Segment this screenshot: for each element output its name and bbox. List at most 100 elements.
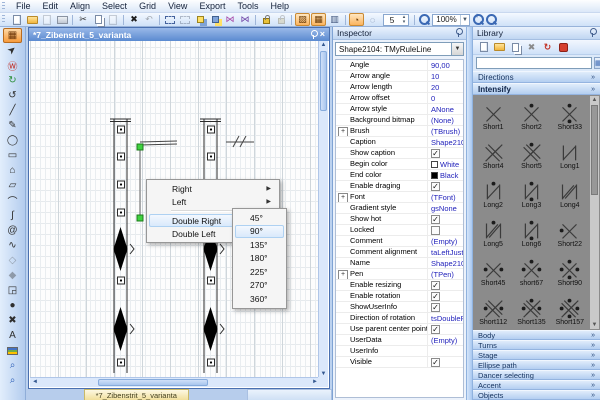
chevron-down-icon[interactable]: ▼ — [451, 43, 463, 55]
import-button[interactable] — [509, 41, 522, 54]
menu-align[interactable]: Align — [64, 0, 96, 12]
pin-icon[interactable] — [455, 28, 462, 38]
library-item-short1[interactable]: Short1 — [474, 97, 512, 136]
grid-tool[interactable]: ▦ — [3, 28, 22, 43]
save-button[interactable] — [40, 13, 54, 26]
new-item-button[interactable] — [477, 41, 490, 54]
pin-icon[interactable] — [310, 30, 317, 39]
select-lasso-button[interactable] — [178, 13, 192, 26]
property-value[interactable]: (None) — [428, 116, 463, 125]
property-value[interactable]: Shape2104 — [428, 259, 463, 268]
context-item-right[interactable]: Right▶ — [149, 182, 277, 195]
property-value[interactable]: (TPen) — [428, 270, 463, 279]
angle-item-360[interactable]: 360° — [235, 292, 284, 306]
size-spinner[interactable]: 5 ▴▾ — [383, 14, 409, 26]
zoom-in-button[interactable]: + — [472, 13, 484, 26]
angle-item-225[interactable]: 225° — [235, 265, 284, 279]
property-row-background-bitmap[interactable]: Background bitmap(None) — [336, 115, 463, 126]
property-value[interactable]: 90,00 — [428, 61, 463, 70]
rotation-toggle[interactable]: ◔ — [349, 13, 364, 26]
undo-button[interactable]: ↶ — [142, 13, 156, 26]
library-item-short33[interactable]: Short33 — [551, 97, 589, 136]
context-item-left[interactable]: Left▶ — [149, 195, 277, 208]
scroll-left-icon[interactable]: ◄ — [32, 379, 38, 385]
flip-horizontal-button[interactable]: ⋈ — [223, 13, 237, 26]
zoom-out-button[interactable]: − — [485, 13, 497, 26]
library-section-dancer-selecting[interactable]: Dancer selecting» — [473, 370, 600, 380]
library-section-stage[interactable]: Stage» — [473, 350, 600, 360]
property-value[interactable]: 0 — [428, 94, 463, 103]
document-tab[interactable]: *7_Zibenstrit_5_varianta — [84, 389, 189, 400]
property-row-angle[interactable]: Angle90,00 — [336, 60, 463, 71]
property-row-begin-color[interactable]: Begin colorWhite — [336, 159, 463, 170]
dot-tool[interactable]: ● — [3, 298, 22, 313]
arc-tool[interactable]: ⌒ — [3, 193, 22, 208]
open-library-button[interactable] — [493, 41, 506, 54]
grid-toggle[interactable]: ▦ — [311, 13, 326, 26]
library-section-turns[interactable]: Turns» — [473, 340, 600, 350]
spiral-tool[interactable]: @ — [3, 223, 22, 238]
property-value[interactable]: ✓ — [428, 149, 463, 158]
property-row-arrow-offset[interactable]: Arrow offset0 — [336, 93, 463, 104]
property-row-use-parent-center-point[interactable]: Use parent center point✓ — [336, 324, 463, 335]
property-row-caption[interactable]: CaptionShape2104 — [336, 137, 463, 148]
figure-tool[interactable]: ◇ — [3, 253, 22, 268]
search-image-icon[interactable]: ▦ — [594, 57, 600, 69]
property-row-comment[interactable]: Comment(Empty) — [336, 236, 463, 247]
property-row-arrow-length[interactable]: Arrow length20 — [336, 82, 463, 93]
menu-file[interactable]: File — [10, 0, 37, 12]
angle-item-45[interactable]: 45° — [235, 211, 284, 225]
bring-to-front-button[interactable] — [193, 13, 207, 26]
library-section-body[interactable]: Body» — [473, 330, 600, 340]
property-row-arrow-style[interactable]: Arrow styleANone — [336, 104, 463, 115]
library-item-short4[interactable]: Short4 — [474, 136, 512, 175]
property-row-gradient-style[interactable]: Gradient stylegsNone — [336, 203, 463, 214]
cut-button[interactable]: ✂ — [76, 13, 90, 26]
erase-tool[interactable]: ✖ — [3, 313, 22, 328]
curve-tool[interactable]: ↺ — [3, 88, 22, 103]
property-row-userdata[interactable]: UserData(Empty) — [336, 335, 463, 346]
open-button[interactable] — [25, 13, 39, 26]
property-value[interactable]: tsDoubleRight — [428, 314, 463, 323]
pencil-tool[interactable]: ✎ — [3, 118, 22, 133]
web-tool[interactable]: Ⓦ — [3, 58, 22, 73]
s-curve-tool[interactable]: ∫ — [3, 208, 22, 223]
property-value[interactable]: ✓ — [428, 325, 463, 334]
flip-vertical-button[interactable]: ⋈ — [238, 13, 252, 26]
property-row-show-hot[interactable]: Show hot✓ — [336, 214, 463, 225]
library-item-short2[interactable]: Short2 — [512, 97, 550, 136]
library-item-long1[interactable]: Long1 — [551, 136, 589, 175]
chevron-down-icon[interactable]: ▼ — [460, 15, 469, 25]
property-row-show-caption[interactable]: Show caption✓ — [336, 148, 463, 159]
menu-help[interactable]: Help — [264, 0, 295, 12]
menu-select[interactable]: Select — [96, 0, 133, 12]
property-row-name[interactable]: NameShape2104 — [336, 258, 463, 269]
new-button[interactable] — [10, 13, 24, 26]
send-to-back-button[interactable] — [208, 13, 222, 26]
canvas-vertical-scrollbar[interactable]: ▲ ▼ — [318, 41, 328, 378]
property-value[interactable]: White — [428, 160, 463, 169]
checkbox-icon[interactable]: ✓ — [431, 325, 440, 334]
library-item-long4[interactable]: Long4 — [551, 175, 589, 214]
rect-tool[interactable]: ▭ — [3, 148, 22, 163]
figure-alt-tool[interactable]: ◆ — [3, 268, 22, 283]
checkbox-icon[interactable]: ✓ — [431, 303, 440, 312]
line-tool[interactable]: ╱ — [3, 103, 22, 118]
canvas-horizontal-scrollbar[interactable]: ◄ ► — [30, 377, 320, 387]
menu-grid[interactable]: Grid — [133, 0, 162, 12]
spinner-updown-icon[interactable]: ▴▾ — [400, 15, 408, 25]
library-item-long3[interactable]: Long3 — [512, 175, 550, 214]
property-row-enable-draging[interactable]: Enable draging✓ — [336, 181, 463, 192]
library-item-short135[interactable]: Short135 — [512, 292, 550, 330]
property-value[interactable]: 10 — [428, 72, 463, 81]
checkbox-icon[interactable]: ✓ — [431, 292, 440, 301]
property-row-enable-rotation[interactable]: Enable rotation✓ — [336, 291, 463, 302]
property-value[interactable]: ✓ — [428, 303, 463, 312]
property-row-direction-of-rotation[interactable]: Direction of rotationtsDoubleRight — [336, 313, 463, 324]
checkbox-icon[interactable]: ✓ — [431, 215, 440, 224]
menu-view[interactable]: View — [162, 0, 193, 12]
property-value[interactable]: (TFont) — [428, 193, 463, 202]
property-value[interactable]: ✓ — [428, 182, 463, 191]
property-row-userinfo[interactable]: UserInfo — [336, 346, 463, 357]
angle-item-180[interactable]: 180° — [235, 252, 284, 266]
